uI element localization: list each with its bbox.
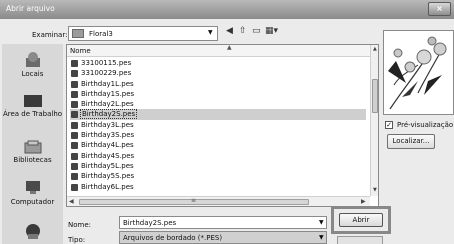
filetype-value: Arquivos de bordado (*.PES) [123,234,223,242]
chevron-down-icon[interactable]: ▼ [319,219,324,226]
preview-checkbox[interactable]: ✓ [385,121,393,129]
cancel-button[interactable] [337,236,383,244]
embroidery-file-icon [71,132,78,140]
file-row[interactable]: 33100229.pes [70,68,366,78]
file-name: Birthday3L.pes [81,120,134,129]
file-name: Birthday3S.pes [81,131,135,140]
embroidery-file-icon [71,101,78,109]
file-row[interactable]: Birthday4L.pes [70,140,366,150]
file-row[interactable]: Birthday6L.pes [70,182,366,192]
chevron-down-icon: ▼ [319,234,324,241]
embroidery-file-icon [71,60,78,67]
filename-label: Nome: [68,221,92,229]
embroidery-file-icon [71,90,78,98]
place-label: Locais [21,70,44,78]
file-list[interactable]: Nome ▲ 33100115.pes 33100229.pes Birthday1… [66,44,379,207]
file-name: Birthday5L.pes [81,161,134,170]
filename-value: Birthday2S.pes [123,219,177,227]
open-button[interactable]: Abrir [339,213,383,227]
file-row[interactable]: Birthday2L.pes [70,99,366,109]
look-in-value: Floral3 [89,30,113,38]
file-row[interactable]: Birthday4S.pes [70,151,366,161]
grip-icon: ≡ [191,197,197,204]
preview-pane [383,30,454,115]
back-icon[interactable]: ◀ [226,26,233,36]
embroidery-file-icon [71,142,78,150]
locate-button[interactable]: Localizar... [387,134,435,149]
horizontal-scrollbar[interactable]: ◀ ≡ ▶ [67,196,370,206]
file-name: Birthday5S.pes [81,172,135,181]
embroidery-file-icon [71,111,78,119]
filetype-label: Tipo: [68,236,86,244]
vertical-scrollbar[interactable]: ▲ ▼ [370,45,378,196]
file-row[interactable]: Birthday1L.pes [70,79,366,89]
embroidery-file-icon [71,162,78,170]
embroidery-file-icon [71,70,78,78]
column-name-label: Nome [70,47,91,55]
file-name: Birthday2L.pes [81,100,134,109]
desktop-icon [23,95,42,107]
place-computer[interactable]: Computador [2,180,63,206]
embroidery-file-icon [71,121,78,129]
window-title: Abrir arquivo [6,4,55,13]
scroll-left-icon[interactable]: ◀ [69,198,74,205]
filename-input[interactable]: Birthday2S.pes ▼ [119,216,327,229]
folder-icon [72,29,84,38]
embroidery-file-icon [71,80,78,88]
file-name: Birthday1L.pes [81,79,134,88]
file-row[interactable]: Birthday5S.pes [70,171,366,181]
open-file-dialog: Abrir arquivo × Examinar: Floral3 ▼ ◀ ⇧ … [0,0,454,244]
up-folder-icon[interactable]: ⇧ [239,26,247,36]
place-libraries[interactable]: Bibliotecas [2,140,63,164]
computer-icon [25,181,40,194]
recent-places-icon [25,52,40,67]
view-menu-icon[interactable]: ▦▾ [265,26,278,36]
column-header-name[interactable]: Nome ▲ [67,45,370,57]
embroidery-file-icon [71,173,78,181]
file-rows: 33100115.pes 33100229.pes Birthday1L.pes Bi… [70,58,366,192]
place-label: Bibliotecas [13,156,52,164]
file-row[interactable]: Birthday3S.pes [70,130,366,140]
file-name: Birthday6L.pes [81,182,134,191]
file-row[interactable]: Birthday2S.pes [70,109,366,120]
network-icon [25,224,40,239]
embroidery-file-icon [71,183,78,191]
chevron-down-icon: ▼ [208,29,213,36]
file-name: 33100229.pes [81,69,132,78]
filetype-dropdown[interactable]: Arquivos de bordado (*.PES) ▼ [119,231,327,244]
file-row[interactable]: Birthday3L.pes [70,120,366,130]
places-bar: Locais Área de Trabalho Bibliotecas Comp… [2,44,63,244]
file-name: Birthday4L.pes [81,141,134,150]
scroll-up-icon[interactable]: ▲ [373,46,377,52]
file-name: Birthday2S.pes [79,109,138,120]
place-recent[interactable]: Locais [2,52,63,78]
place-network[interactable] [2,222,63,242]
file-name: 33100115.pes [81,59,132,67]
scroll-right-icon[interactable]: ▶ [361,198,366,205]
preview-checkbox-label: Pré-visualização [397,121,454,129]
place-desktop[interactable]: Área de Trabalho [2,94,63,118]
place-label: Computador [10,198,55,206]
file-row[interactable]: 33100115.pes [70,58,366,68]
sort-ascending-icon: ▲ [227,44,232,51]
place-label: Área de Trabalho [2,110,63,118]
close-button[interactable]: × [428,2,451,16]
look-in-dropdown[interactable]: Floral3 ▼ [68,26,218,41]
file-row[interactable]: Birthday1S.pes [70,89,366,99]
vertical-scroll-thumb[interactable] [372,79,378,113]
look-in-label: Examinar: [32,31,68,39]
file-name: Birthday1S.pes [81,89,135,98]
title-bar: Abrir arquivo × [0,0,454,19]
embroidery-file-icon [71,152,78,160]
libraries-icon [24,140,41,154]
file-row[interactable]: Birthday5L.pes [70,161,366,171]
open-button-highlight: Abrir [331,206,391,234]
file-name: Birthday4S.pes [81,151,135,160]
flower-preview-image [388,36,447,110]
new-folder-icon[interactable]: ▭ [252,26,261,36]
scroll-down-icon[interactable]: ▼ [373,187,377,193]
